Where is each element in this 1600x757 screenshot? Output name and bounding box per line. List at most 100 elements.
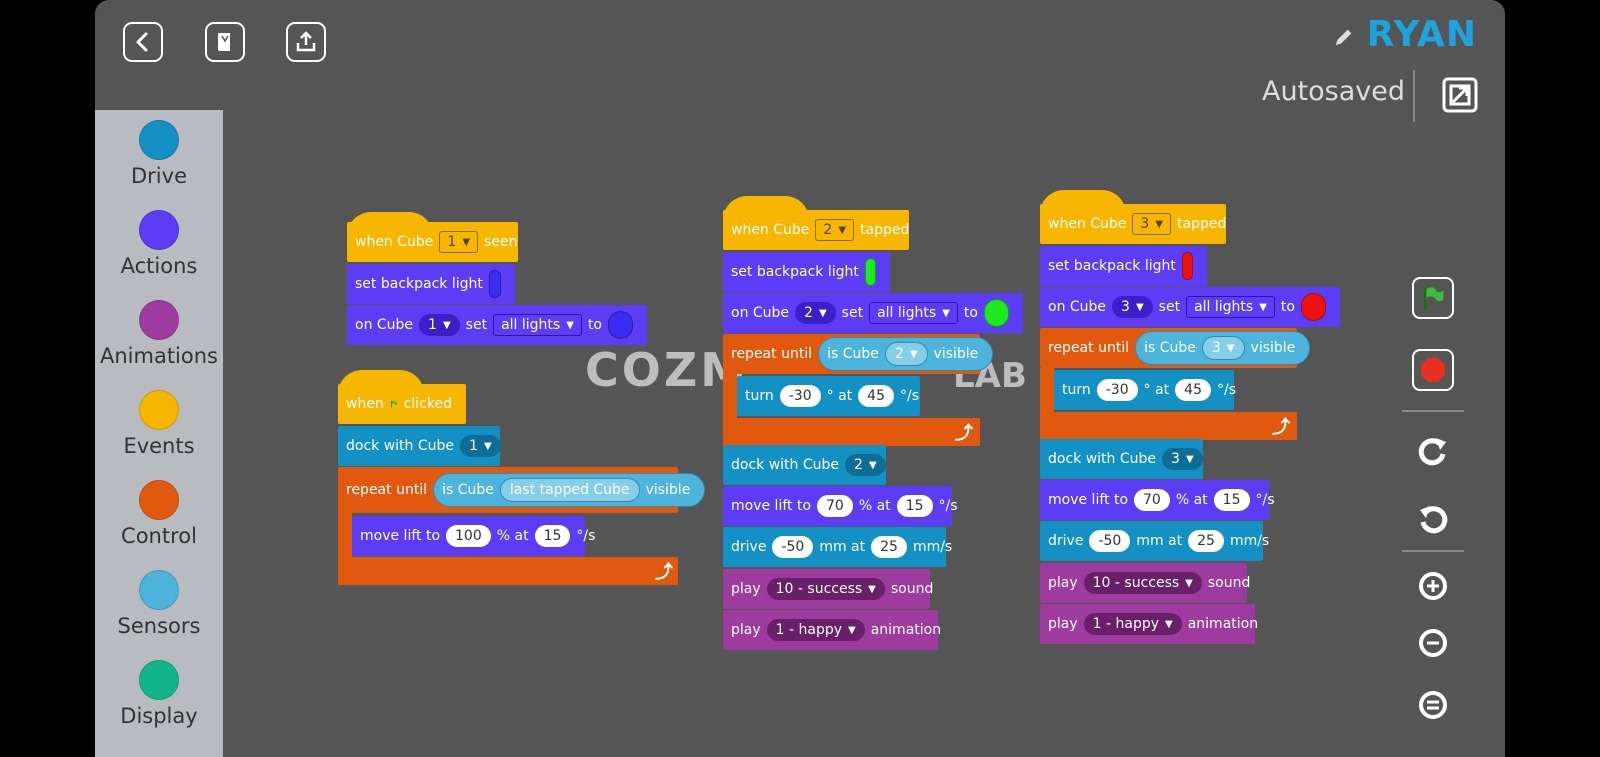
cube-dropdown[interactable]: 3 ▼ — [1132, 213, 1172, 235]
fullscreen-icon[interactable] — [1441, 76, 1479, 114]
sound-dropdown[interactable]: 10 - success ▼ — [1083, 572, 1202, 594]
project-list-button[interactable] — [205, 22, 245, 62]
repeat-until-block[interactable]: repeat until is Cube 3 ▼ visible — [1040, 328, 1311, 368]
lift-height-input[interactable]: 70 — [817, 495, 853, 517]
drive-block[interactable]: drive -50 mm at 25 mm/s — [1040, 521, 1269, 561]
lift-speed-input[interactable]: 15 — [896, 495, 933, 517]
play-sound-block[interactable]: play 10 - success ▼ sound — [1040, 563, 1250, 603]
when-cube-seen-block[interactable]: when Cube 1 ▼ seen — [347, 222, 518, 262]
category-control[interactable]: Control — [95, 480, 223, 548]
category-events[interactable]: Events — [95, 390, 223, 458]
turn-angle-input[interactable]: -30 — [1096, 379, 1138, 401]
cube-dropdown[interactable]: 2 ▼ — [815, 219, 855, 241]
lift-speed-input[interactable]: 15 — [534, 525, 571, 547]
block-text: repeat until — [1048, 340, 1130, 356]
block-text: dock with Cube — [1048, 451, 1157, 467]
green-flag-button[interactable] — [1412, 277, 1454, 319]
turn-block[interactable]: turn -30 ° at 45 °/s — [737, 376, 920, 416]
color-swatch[interactable] — [864, 258, 876, 286]
animation-dropdown[interactable]: 1 - happy ▼ — [1083, 613, 1182, 635]
set-backpack-light-block[interactable]: set backpack light — [723, 252, 890, 292]
drive-speed-input[interactable]: 25 — [1188, 530, 1224, 552]
cube-dropdown[interactable]: 3 ▼ — [1162, 448, 1203, 470]
on-cube-set-lights-block[interactable]: on Cube 3 ▼ set all lights ▼ to — [1040, 287, 1340, 327]
cube-dropdown[interactable]: 2 ▼ — [795, 302, 836, 324]
undo-button[interactable] — [1412, 498, 1454, 540]
back-button[interactable] — [123, 22, 163, 62]
set-backpack-light-block[interactable]: set backpack light — [1040, 246, 1207, 286]
dropdown-value: 3 — [1121, 299, 1130, 315]
block-text: play — [1048, 575, 1078, 591]
color-swatch[interactable] — [1300, 293, 1326, 321]
when-cube-tapped-block[interactable]: when Cube 2 ▼ tapped — [723, 210, 909, 250]
loop-end — [723, 418, 980, 446]
lift-speed-input[interactable]: 15 — [1213, 489, 1250, 511]
zoom-in-button[interactable] — [1412, 565, 1454, 607]
color-swatch[interactable] — [488, 270, 501, 298]
is-cube-visible-sensor[interactable]: is Cube last tapped Cube visible — [433, 473, 706, 507]
cube-dropdown[interactable]: 1 ▼ — [439, 231, 479, 253]
divider — [1402, 410, 1464, 412]
category-sensors[interactable]: Sensors — [95, 570, 223, 638]
cube-dropdown[interactable]: 1 ▼ — [419, 314, 460, 336]
drive-distance-input[interactable]: -50 — [772, 536, 814, 558]
lift-height-input[interactable]: 100 — [446, 525, 491, 547]
drive-block[interactable]: drive -50 mm at 25 mm/s — [723, 527, 952, 567]
repeat-until-block[interactable]: repeat until is Cube last tapped Cube vi… — [338, 467, 706, 513]
on-cube-set-lights-block[interactable]: on Cube 1 ▼ set all lights ▼ to — [347, 305, 647, 345]
category-animations[interactable]: Animations — [95, 300, 223, 368]
dock-with-cube-block[interactable]: dock with Cube 2 ▼ — [723, 445, 886, 485]
color-swatch[interactable] — [1181, 252, 1193, 280]
drive-speed-input[interactable]: 25 — [871, 536, 907, 558]
turn-angle-input[interactable]: -30 — [779, 385, 821, 407]
zoom-out-button[interactable] — [1412, 622, 1454, 664]
cube-dropdown[interactable]: 2 ▼ — [884, 342, 928, 366]
stop-button[interactable] — [1412, 349, 1454, 391]
move-lift-block[interactable]: move lift to 70 % at 15 °/s — [1040, 480, 1275, 520]
dropdown-value: all lights — [501, 317, 561, 333]
is-cube-visible-sensor[interactable]: is Cube 3 ▼ visible — [1135, 331, 1311, 365]
play-animation-block[interactable]: play 1 - happy ▼ animation — [723, 610, 941, 650]
turn-speed-input[interactable]: 45 — [1175, 379, 1211, 401]
cube-dropdown[interactable]: 1 ▼ — [460, 435, 501, 457]
drive-distance-input[interactable]: -50 — [1089, 530, 1131, 552]
move-lift-block[interactable]: move lift to 100 % at 15 °/s — [352, 516, 595, 556]
cube-dropdown[interactable]: 3 ▼ — [1201, 336, 1245, 360]
color-swatch[interactable] — [607, 311, 633, 339]
turn-block[interactable]: turn -30 ° at 45 °/s — [1054, 370, 1236, 410]
move-lift-block[interactable]: move lift to 70 % at 15 °/s — [723, 486, 958, 526]
cube-dropdown[interactable]: 3 ▼ — [1112, 296, 1153, 318]
project-name[interactable]: RYAN — [1367, 14, 1477, 55]
block-text: drive — [731, 539, 767, 555]
is-cube-visible-sensor[interactable]: is Cube 2 ▼ visible — [818, 337, 994, 371]
category-drive[interactable]: Drive — [95, 120, 223, 188]
lift-height-input[interactable]: 70 — [1134, 489, 1170, 511]
lights-dropdown[interactable]: all lights ▼ — [493, 314, 582, 336]
on-cube-set-lights-block[interactable]: on Cube 2 ▼ set all lights ▼ to — [723, 293, 1023, 333]
cube-dropdown[interactable]: last tapped Cube — [499, 478, 640, 502]
pencil-icon[interactable] — [1333, 26, 1355, 48]
set-backpack-light-block[interactable]: set backpack light — [347, 264, 515, 304]
lights-dropdown[interactable]: all lights ▼ — [1186, 296, 1275, 318]
sound-dropdown[interactable]: 10 - success ▼ — [766, 578, 885, 600]
block-text: set backpack light — [731, 264, 859, 280]
dock-with-cube-block[interactable]: dock with Cube 3 ▼ — [1040, 439, 1203, 479]
cube-dropdown[interactable]: 2 ▼ — [845, 454, 886, 476]
lights-dropdown[interactable]: all lights ▼ — [869, 302, 958, 324]
animation-dropdown[interactable]: 1 - happy ▼ — [766, 619, 865, 641]
dropdown-value: 2 — [894, 346, 904, 362]
dock-with-cube-block[interactable]: dock with Cube 1 ▼ — [338, 426, 501, 466]
when-flag-clicked-block[interactable]: when clicked — [338, 384, 466, 424]
redo-button[interactable] — [1412, 430, 1454, 472]
repeat-until-block[interactable]: repeat until is Cube 2 ▼ visible — [723, 334, 994, 374]
category-display[interactable]: Display — [95, 660, 223, 728]
block-text: set — [841, 305, 864, 321]
share-button[interactable] — [286, 22, 326, 62]
color-swatch[interactable] — [983, 299, 1009, 327]
when-cube-tapped-block[interactable]: when Cube 3 ▼ tapped — [1040, 204, 1226, 244]
zoom-reset-button[interactable] — [1412, 684, 1454, 726]
category-actions[interactable]: Actions — [95, 210, 223, 278]
turn-speed-input[interactable]: 45 — [858, 385, 894, 407]
play-sound-block[interactable]: play 10 - success ▼ sound — [723, 569, 933, 609]
play-animation-block[interactable]: play 1 - happy ▼ animation — [1040, 604, 1258, 644]
